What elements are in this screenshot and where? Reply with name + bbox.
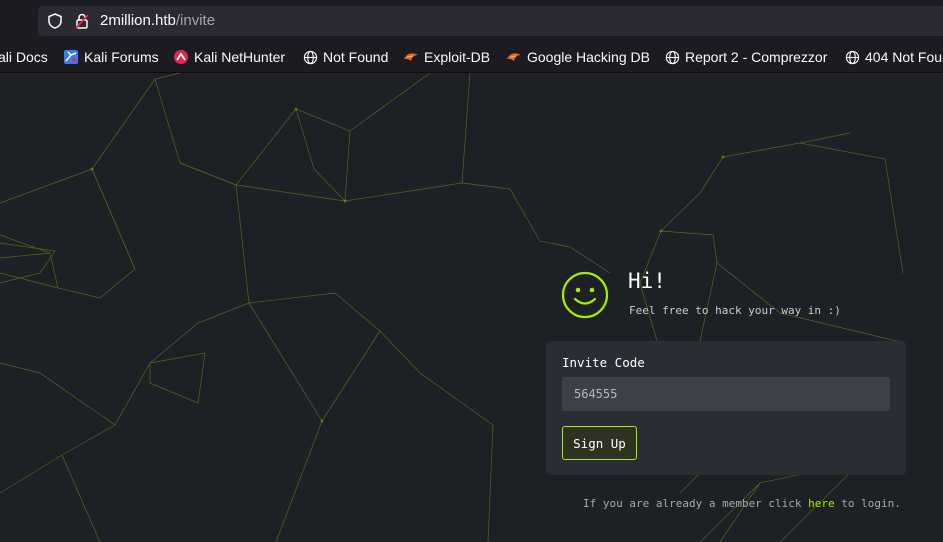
invite-form-card: Invite Code 564555 Sign Up xyxy=(546,341,906,475)
bookmark-label: Exploit-DB xyxy=(424,49,491,65)
bookmark-label: Kali Forums xyxy=(84,49,159,65)
bookmark-label: ali Docs xyxy=(0,49,48,65)
url-text[interactable]: 2million.htb/invite xyxy=(100,12,215,29)
bookmark-label: 404 Not Found xyxy=(865,49,943,65)
bookmark-kali-docs[interactable]: ali Docs xyxy=(0,48,48,66)
url-host: 2million.htb xyxy=(100,12,176,29)
login-hint: If you are already a member click here t… xyxy=(583,497,901,510)
url-path: /invite xyxy=(175,12,216,29)
nethunter-icon xyxy=(174,50,188,64)
globe-icon xyxy=(665,50,680,64)
bookmarks-toolbar: ali Docs Kali Forums Kali NetHunter Not … xyxy=(0,42,943,73)
kali-forums-icon xyxy=(64,50,78,64)
shield-icon[interactable] xyxy=(46,12,64,30)
bookmark-label: Report 2 - Comprezzor xyxy=(685,49,828,65)
sign-up-button[interactable]: Sign Up xyxy=(562,426,637,460)
bookmark-404-not-found[interactable]: 404 Not Found xyxy=(845,48,943,66)
bookmark-label: Not Found xyxy=(323,49,389,65)
hero-title: Hi! xyxy=(628,269,666,293)
invite-page: Hi! Feel free to hack your way in :) Inv… xyxy=(0,73,943,542)
bookmark-label: Kali NetHunter xyxy=(194,49,286,65)
address-bar[interactable]: 2million.htb/invite xyxy=(38,6,943,36)
login-hint-prefix: If you are already a member click xyxy=(583,497,809,510)
bookmark-kali-nethunter[interactable]: Kali NetHunter xyxy=(173,48,285,66)
bookmark-exploit-db[interactable]: Exploit-DB xyxy=(403,48,490,66)
bookmark-google-hacking-db[interactable]: Google Hacking DB xyxy=(506,48,650,66)
bookmark-kali-forums[interactable]: Kali Forums xyxy=(63,48,159,66)
login-hint-suffix: to login. xyxy=(834,497,901,510)
hero-subtitle: Feel free to hack your way in :) xyxy=(629,304,841,317)
browser-toolbar: 2million.htb/invite xyxy=(0,0,943,42)
globe-icon xyxy=(845,50,860,64)
login-link[interactable]: here xyxy=(808,497,835,510)
bookmark-not-found[interactable]: Not Found xyxy=(303,48,388,66)
globe-icon xyxy=(303,50,318,64)
bookmark-label: Google Hacking DB xyxy=(527,49,650,65)
smiley-icon xyxy=(561,271,609,319)
invite-code-input[interactable]: 564555 xyxy=(562,377,890,411)
insecure-lock-icon[interactable] xyxy=(73,12,91,30)
bookmark-report-comprezzor[interactable]: Report 2 - Comprezzor xyxy=(665,48,827,66)
exploitdb-icon xyxy=(404,53,418,61)
invite-code-label: Invite Code xyxy=(562,355,645,370)
exploitdb-icon xyxy=(507,53,521,61)
